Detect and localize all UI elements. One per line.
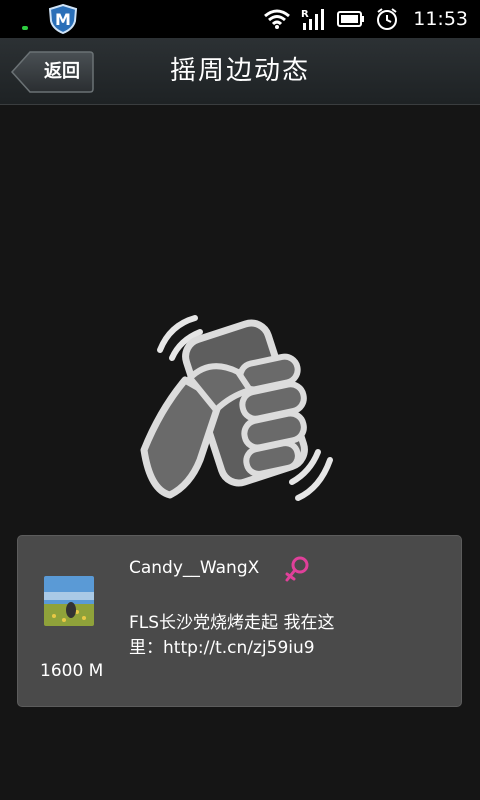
status-bar: M R 11:53 — [0, 0, 480, 38]
shield-letter: M — [55, 10, 71, 29]
alarm-clock-icon — [377, 8, 398, 30]
hand-shaking-phone-icon[interactable] — [130, 300, 350, 515]
status-time: 11:53 — [413, 8, 468, 30]
signal-icon: R — [301, 9, 325, 30]
status-message: FLS长沙党烧烤走起 我在这 里：http://t.cn/zj59iu9 — [129, 611, 439, 661]
svg-text:R: R — [301, 9, 309, 20]
back-button[interactable]: 返回 — [10, 51, 94, 93]
status-message-line-2: 里：http://t.cn/zj59iu9 — [129, 638, 315, 658]
status-message-line-1: FLS长沙党烧烤走起 我在这 — [129, 613, 335, 633]
nearby-user-card[interactable]: Candy__WangX FLS长沙党烧烤走起 我在这 里：http://t.c… — [17, 535, 462, 707]
back-button-label: 返回 — [44, 61, 80, 82]
avatar — [44, 576, 94, 626]
title-bar: 摇周边动态 返回 — [0, 38, 480, 105]
wifi-icon — [264, 9, 291, 29]
distance-label: 1600 M — [40, 661, 104, 681]
username: Candy__WangX — [129, 558, 260, 578]
shield-m-icon: M — [48, 4, 78, 34]
female-gender-icon — [285, 556, 309, 582]
battery-icon — [337, 11, 365, 27]
notification-led-icon — [22, 26, 28, 30]
